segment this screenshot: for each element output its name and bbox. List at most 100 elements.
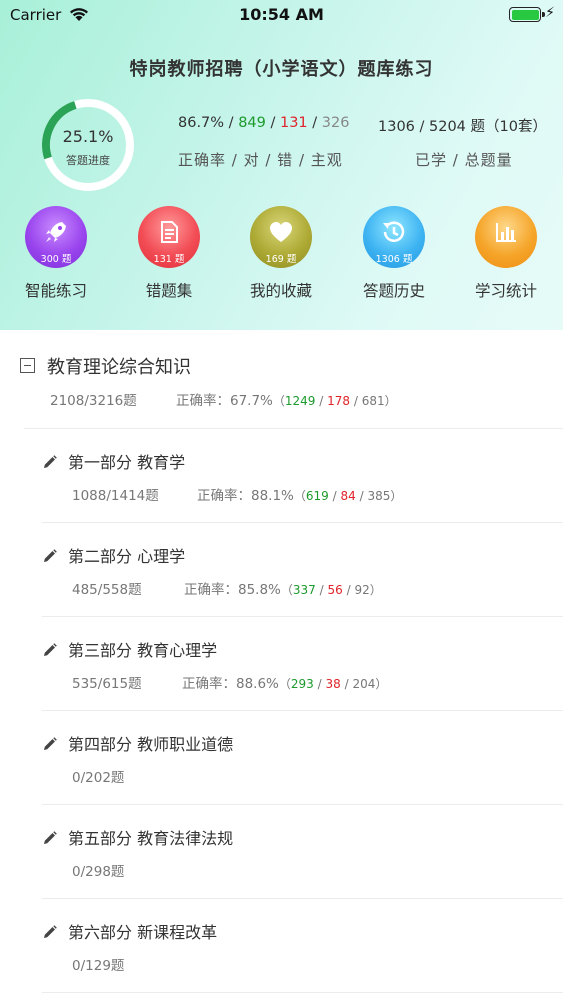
separator: / (342, 583, 355, 597)
status-bar: Carrier 10:54 AM ⚡ (0, 0, 563, 30)
accuracy-values: 86.7% / 849 / 131 / 326 (178, 115, 349, 131)
done-values: 1306 / 5204 题（10套） (378, 119, 547, 135)
part-title: 第四部分 教师职业道德 (68, 735, 234, 754)
wrong-questions-button[interactable]: 131 题 错题集 (119, 206, 219, 306)
pencil-icon (44, 455, 57, 468)
part-breakdown: （337 / 56 / 92） (281, 583, 382, 597)
part-count: 535/615题 (72, 676, 142, 692)
part-row-5[interactable]: 第五部分 教育法律法规 0/298题 (0, 805, 563, 898)
paren: （ (278, 677, 291, 691)
pencil-icon (44, 925, 57, 938)
part-row-6[interactable]: 第六部分 新课程改革 0/129题 (0, 899, 563, 992)
separator: / (350, 394, 362, 408)
favorites-circle: 169 题 (250, 206, 312, 268)
section-subjective: 681 (361, 394, 385, 408)
statistics-circle (475, 206, 537, 268)
part-rate-label: 正确率：88.6% (182, 676, 279, 692)
part-accuracy: 正确率：88.1%（619 / 84 / 385） (197, 484, 402, 504)
paren: ） (390, 489, 403, 503)
pencil-icon (44, 643, 57, 656)
favorites-button[interactable]: 169 题 我的收藏 (231, 206, 331, 306)
progress-label: 答题进度 (66, 154, 110, 167)
part-subjective: 385 (367, 489, 391, 503)
collapse-icon[interactable] (20, 358, 35, 373)
divider (42, 992, 563, 993)
smart-practice-count: 300 题 (40, 254, 72, 265)
smart-practice-button[interactable]: 300 题 智能练习 (6, 206, 106, 306)
section-header[interactable] (0, 330, 563, 428)
paren: （ (280, 583, 293, 597)
part-title: 第六部分 新课程改革 (68, 923, 218, 942)
part-count: 0/129题 (72, 958, 125, 974)
separator: / (265, 115, 280, 131)
history-count: 1306 题 (375, 254, 413, 265)
section-wrong: 178 (327, 394, 351, 408)
part-breakdown: （619 / 84 / 385） (294, 489, 402, 503)
history-button[interactable]: 1306 题 答题历史 (344, 206, 444, 306)
part-title: 第二部分 心理学 (68, 547, 186, 566)
part-subjective: 92 (354, 583, 370, 597)
statistics-label: 学习统计 (474, 282, 537, 300)
separator: / (328, 489, 341, 503)
smart-practice-label: 智能练习 (24, 282, 87, 300)
part-count: 0/202题 (72, 770, 125, 786)
pencil-icon (44, 737, 57, 750)
document-icon (161, 221, 178, 243)
separator: / (315, 394, 328, 408)
separator: / (355, 489, 368, 503)
charging-icon: ⚡ (545, 5, 555, 21)
part-row-2[interactable]: 第二部分 心理学 485/558题 正确率：85.8%（337 / 56 / 9… (0, 523, 563, 616)
separator: / (340, 677, 353, 691)
correct-count: 849 (238, 115, 266, 131)
part-title: 第五部分 教育法律法规 (68, 829, 234, 848)
section-count: 2108/3216题 (50, 393, 137, 409)
paren: ） (369, 583, 382, 597)
part-rate-label: 正确率：85.8% (184, 582, 281, 598)
part-breakdown: （293 / 38 / 204） (279, 677, 387, 691)
paren: ） (375, 677, 388, 691)
part-count: 485/558题 (72, 582, 142, 598)
wrong-questions-count: 131 题 (153, 254, 185, 265)
part-rate-label: 正确率：88.1% (197, 488, 294, 504)
part-accuracy: 正确率：85.8%（337 / 56 / 92） (184, 578, 382, 598)
paren: （ (293, 489, 306, 503)
accuracy-rate: 86.7% (178, 115, 225, 131)
part-wrong: 84 (340, 489, 356, 503)
progress-percent: 25.1% (62, 127, 114, 146)
section-accuracy: 正确率：67.7%（1249 / 178 / 681） (176, 389, 397, 409)
part-title: 第三部分 教育心理学 (68, 641, 218, 660)
part-correct: 619 (305, 489, 329, 503)
wrong-count: 131 (279, 115, 308, 131)
part-row-1[interactable]: 第一部分 教育学 1088/1414题 正确率：88.1%（619 / 84 /… (0, 429, 563, 522)
heart-icon (270, 222, 292, 242)
part-count: 1088/1414题 (72, 488, 159, 504)
part-accuracy: 正确率：88.6%（293 / 38 / 204） (182, 672, 387, 692)
part-row-4[interactable]: 第四部分 教师职业道德 0/202题 (0, 711, 563, 804)
accuracy-caption: 正确率 / 对 / 错 / 主观 (178, 151, 343, 169)
battery-icon (509, 7, 545, 22)
smart-practice-circle: 300 题 (25, 206, 87, 268)
section-correct: 1249 (284, 394, 316, 408)
page-title: 特岗教师招聘（小学语文）题库练习 (129, 59, 434, 80)
pencil-icon (44, 831, 57, 844)
history-icon (383, 221, 405, 242)
paren: ） (384, 394, 397, 408)
part-count: 0/298题 (72, 864, 125, 880)
part-row-3[interactable]: 第三部分 教育心理学 535/615题 正确率：88.6%（293 / 38 /… (0, 617, 563, 710)
clock: 10:54 AM (239, 5, 324, 24)
part-subjective: 204 (352, 677, 376, 691)
part-wrong: 56 (327, 583, 343, 597)
done-caption: 已学 / 总题量 (415, 151, 513, 169)
statistics-button[interactable]: 学习统计 (456, 206, 556, 306)
section-rate-label: 正确率：67.7% (176, 393, 273, 409)
separator: / (224, 115, 239, 131)
section-breakdown: （1249 / 178 / 681） (273, 394, 397, 408)
paren: （ (272, 394, 285, 408)
favorites-label: 我的收藏 (249, 282, 312, 300)
separator: / (315, 583, 328, 597)
favorites-count: 169 题 (265, 254, 297, 265)
part-correct: 337 (292, 583, 316, 597)
section-title: 教育理论综合知识 (47, 357, 191, 378)
part-wrong: 38 (325, 677, 341, 691)
part-correct: 293 (290, 677, 314, 691)
